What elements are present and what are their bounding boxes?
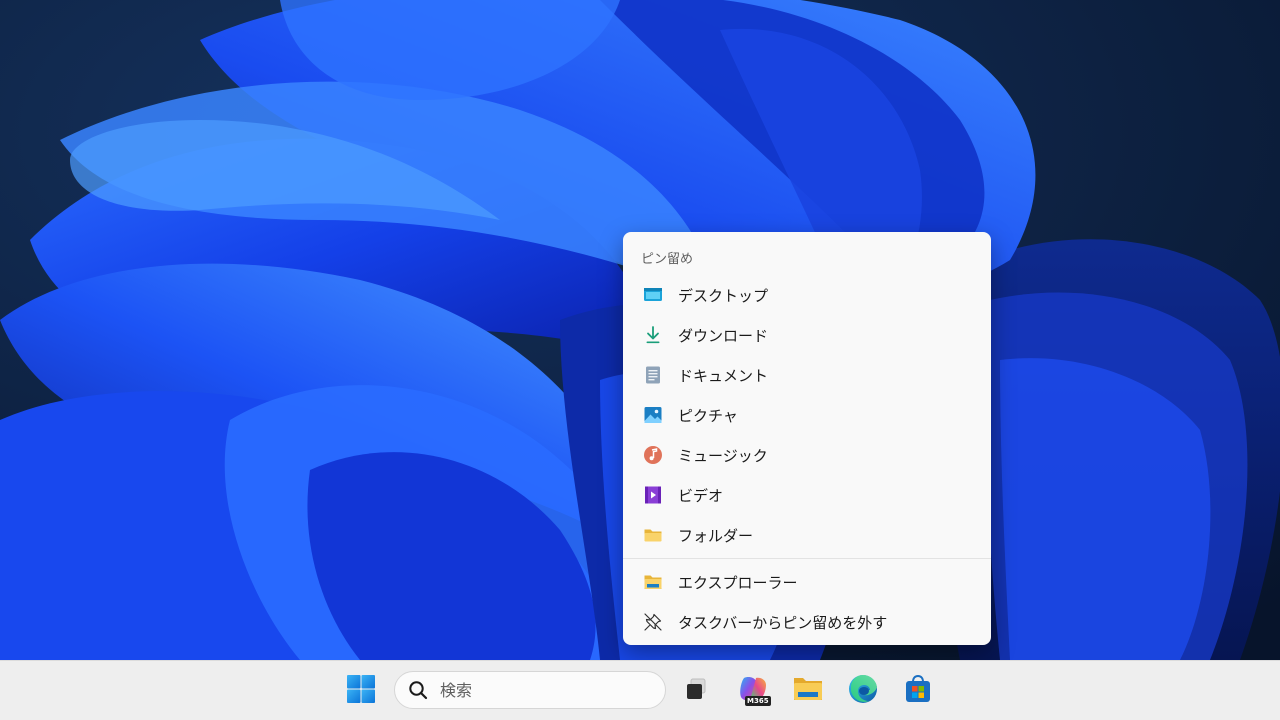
pinned-item-documents[interactable]: ドキュメント [627,357,987,393]
action-label: エクスプローラー [678,573,798,592]
store-button[interactable] [898,671,938,711]
music-icon [643,445,663,465]
file-explorer-icon [643,572,663,592]
action-label: タスクバーからピン留めを外す [678,613,888,632]
folder-icon [643,525,663,545]
taskbar-search-box[interactable] [394,671,666,709]
pinned-item-folder[interactable]: フォルダー [627,517,987,553]
unpin-from-taskbar-action[interactable]: タスクバーからピン留めを外す [627,604,987,640]
pinned-item-label: ドキュメント [678,366,769,385]
pinned-item-label: フォルダー [678,526,754,545]
pinned-item-label: デスクトップ [678,286,769,305]
pinned-item-pictures[interactable]: ピクチャ [627,397,987,433]
pinned-item-desktop[interactable]: デスクトップ [627,277,987,313]
m365-badge: M365 [745,696,771,706]
desktop-folder-icon [643,285,663,305]
start-button[interactable] [341,671,381,711]
microsoft-365-button[interactable]: M365 [733,671,773,711]
microsoft-store-icon [903,674,933,708]
download-arrow-icon [643,325,663,345]
document-icon [643,365,663,385]
pinned-item-music[interactable]: ミュージック [627,437,987,473]
pinned-item-label: ピクチャ [678,406,738,425]
open-file-explorer-action[interactable]: エクスプローラー [627,564,987,600]
pinned-item-videos[interactable]: ビデオ [627,477,987,513]
taskbar-jump-list: ピン留め デスクトップ ダウンロード ドキュメント ピクチャ ミュージック ビデ… [623,232,991,645]
task-view-icon [682,675,710,707]
jump-list-divider [623,558,991,559]
search-input[interactable] [438,679,642,701]
taskbar: M365 [0,660,1280,720]
windows-logo-icon [346,674,376,708]
pinned-item-label: ビデオ [678,486,724,505]
task-view-button[interactable] [676,671,716,711]
edge-button[interactable] [843,671,883,711]
search-icon [408,680,428,700]
pinned-item-downloads[interactable]: ダウンロード [627,317,987,353]
unpin-icon [643,612,663,632]
pinned-section-title: ピン留め [641,252,694,267]
microsoft-365-icon: M365 [736,674,771,708]
pictures-icon [643,405,663,425]
edge-icon [847,673,879,709]
video-icon [643,485,663,505]
file-explorer-icon [792,674,824,708]
pinned-item-label: ダウンロード [678,326,769,345]
pinned-item-label: ミュージック [678,446,768,465]
file-explorer-button[interactable] [788,671,828,711]
